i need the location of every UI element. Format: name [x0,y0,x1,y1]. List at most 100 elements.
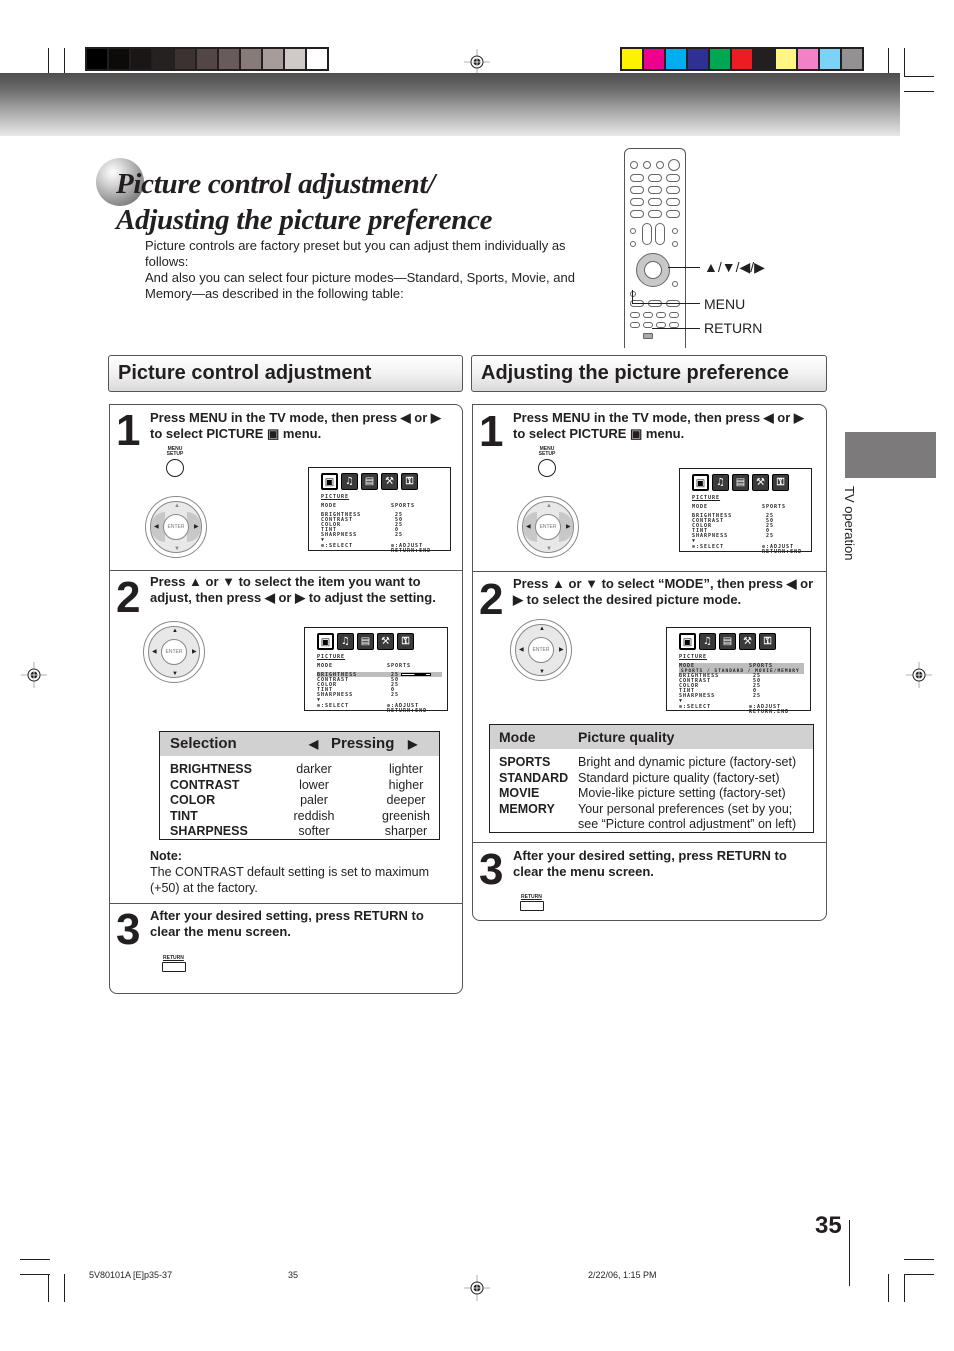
audio-icon: ♫ [712,474,729,491]
calibration-swatch [197,49,217,69]
step-instruction: After your desired setting, press RETURN… [150,908,424,939]
return-key-label: RETURN [704,320,763,336]
page-title-line1: Picture control adjustment/ [116,168,435,200]
step-divider [110,570,462,571]
footer-page: 35 [288,1270,299,1280]
remote-control-illustration [624,148,686,348]
selection-table-header: Selection ◀ Pressing ▶ [160,732,439,756]
right-press-effect: higher [388,777,424,792]
calibration-swatch [622,49,642,69]
osd-text: SPORTS [762,504,787,510]
section-header-picture-control: Picture control adjustment [108,355,463,392]
registration-mark-icon [464,1275,490,1301]
crop-mark [64,1274,65,1302]
calibration-swatch [710,49,730,69]
mode-table-header: Mode Picture quality [490,725,813,749]
picture-mode-table: Mode Picture quality SPORTS Bright and dy… [489,724,814,833]
calibration-swatch [131,49,151,69]
left-press-effect: reddish [293,808,335,823]
crop-mark [64,48,65,76]
crop-mark [904,1274,905,1302]
lock-icon: ⚿ [397,633,414,650]
step-divider [473,842,826,843]
osd-text: SHARPNESS [692,533,729,539]
lock-icon: ⚿ [401,473,418,490]
osd-text: MODE [692,504,709,510]
crop-mark [888,1274,889,1302]
osd-text: SPORTS [387,663,412,669]
right-arrow-icon: ▶ [408,737,418,751]
right-steps-panel: 1 Press MENU in the TV mode, then press … [472,404,827,921]
callout-line [632,290,633,303]
calibration-swatch [688,49,708,69]
lock-icon: ⚿ [772,474,789,491]
col-picture-quality: Picture quality [578,729,675,745]
callout-line [668,267,700,268]
step-divider [110,903,462,904]
osd-menu-screen: ▣ ♫ ▤ ⚒ ⚿ PICTURE MODE SPORTS BRIGHTNESS 25 CONTRA… [308,467,451,554]
osd-text: PICTURE [317,654,346,660]
calibration-swatch [263,49,283,69]
left-press-effect: darker [296,762,332,776]
calibration-swatch [87,49,107,69]
osd-text: 25 [766,533,775,539]
return-button-icon [520,901,544,911]
step-number: 3 [479,845,504,894]
selection-item: SHARPNESS [170,824,248,838]
crop-mark [904,48,905,76]
menu-setup-button-icon [538,459,556,477]
return-label: RETURN [163,955,184,961]
osd-text: 25 [391,692,400,698]
menu-setup-button-icon [166,459,184,477]
step-instruction: After your desired setting, press RETURN… [513,848,787,879]
mode-description: Bright and dynamic picture (factory-set) [578,755,797,769]
calibration-swatch [109,49,129,69]
registration-mark-icon [464,49,490,75]
page-title-line2: Adjusting the picture preference [116,204,493,236]
osd-text: SHARPNESS [679,693,716,699]
calibration-swatch [754,49,774,69]
osd-text: RETURN:END [762,549,803,555]
step-instruction: Press ▲ or ▼ to select “MODE”, then pres… [513,576,814,607]
callout-line [632,303,700,304]
selection-table: Selection ◀ Pressing ▶ BRIGHTNESS darker l… [159,731,440,840]
step-number: 1 [479,407,504,456]
osd-text: RETURN:END [391,548,432,554]
osd-level-bar [401,673,431,676]
color-calibration-bar [620,47,864,71]
osd-text: ⊕:SELECT [321,543,354,549]
calibration-swatch [153,49,173,69]
tools-icon: ⚒ [377,633,394,650]
dpad-icon: ENTER ◀ ▶ ▲ ▼ [517,496,579,558]
selection-item: CONTRAST [170,777,240,792]
selection-item: COLOR [170,793,216,807]
col-mode: Mode [499,729,536,745]
osd-text: PICTURE [692,495,721,501]
calibration-swatch [307,49,327,69]
mode-name: MEMORY [499,801,555,816]
return-label: RETURN [521,894,542,900]
crop-mark [20,1259,50,1260]
calibration-swatch [842,49,862,69]
calibration-swatch [798,49,818,69]
osd-text: ⊕:SELECT [692,544,725,550]
osd-text: MODE [321,503,338,509]
calibration-swatch [644,49,664,69]
chapter-tab-label: TV operation [842,486,857,561]
mode-description: Your personal preferences (set by you; s… [578,801,797,832]
intro-paragraph: Picture controls are factory preset but … [145,238,566,269]
osd-menu-screen-mode: ▣ ♫ ▤ ⚒ ⚿ PICTURE MODE SPORTS SPORTS / STANDARD … [666,627,811,715]
osd-text: PICTURE [321,494,350,500]
setup-icon: ▤ [357,633,374,650]
setup-icon: ▤ [732,474,749,491]
right-press-effect: sharper [384,824,428,838]
lock-icon: ⚿ [759,633,776,650]
enter-button-icon: ENTER [161,639,187,665]
tools-icon: ⚒ [381,473,398,490]
left-steps-panel: 1 Press MENU in the TV mode, then press … [109,404,463,994]
callout-line [652,328,700,329]
dpad-icon: ENTER ◀ ▶ ▲ ▼ [145,496,207,558]
return-button-icon [162,962,186,972]
grayscale-calibration-bar [85,47,329,71]
osd-text: 25 [395,532,404,538]
